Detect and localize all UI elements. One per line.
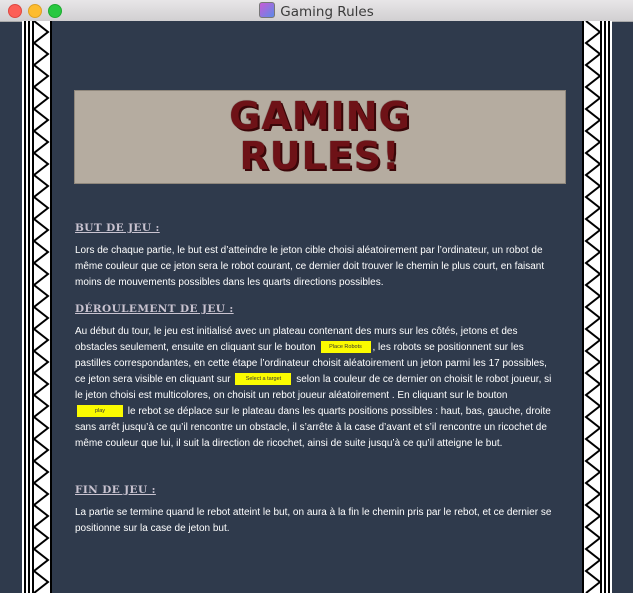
gaming-rules-banner: GAMING RULES! — [74, 90, 566, 184]
window-title: Gaming Rules — [280, 4, 374, 20]
section-title-but: BUT DE JEU : — [75, 222, 160, 234]
section-text-deroulement: Au début du tour, le jeu est initialisé … — [75, 324, 560, 452]
section-text-but: Lors de chaque partie, le but est d’atte… — [75, 245, 545, 288]
left-decorative-border — [22, 21, 52, 593]
app-window: Gaming Rules GAMING RULES! BUT DE JEU : — [0, 0, 633, 593]
section-title-deroulement: DÉROULEMENT DE JEU : — [75, 303, 234, 315]
app-icon — [259, 2, 276, 18]
section-text-fin: La partie se termine quand le rebot atte… — [75, 507, 552, 534]
window-title-container: Gaming Rules — [0, 2, 633, 20]
play-button[interactable]: play — [77, 405, 123, 418]
rules-content: GAMING RULES! BUT DE JEU : Lors de chaqu… — [52, 21, 582, 593]
title-bar: Gaming Rules — [0, 0, 633, 22]
place-robots-button[interactable]: Place Robots — [320, 341, 371, 354]
banner-line-1: GAMING — [229, 94, 411, 138]
select-target-button[interactable]: Select a target — [235, 373, 292, 386]
section-title-fin: FIN DE JEU : — [75, 484, 156, 496]
banner-line-2: RULES! — [239, 134, 401, 178]
right-border-pattern — [582, 21, 612, 593]
right-decorative-border — [582, 21, 612, 593]
left-border-pattern — [22, 21, 52, 593]
deroulement-text-part-4: le rebot se déplace sur le plateau dans … — [75, 406, 551, 449]
